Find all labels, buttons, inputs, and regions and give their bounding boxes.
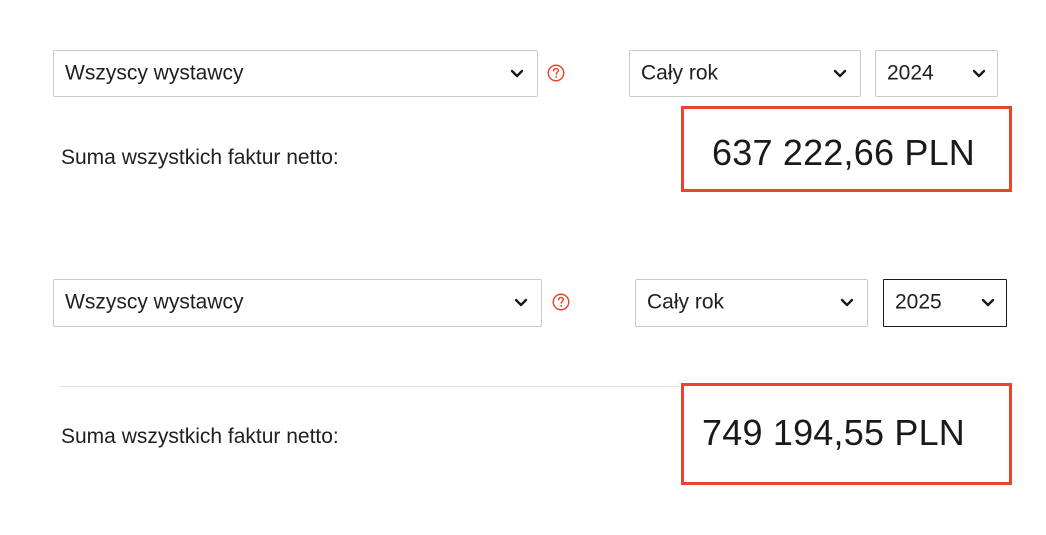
year-select-2[interactable]: 2025 xyxy=(883,279,1007,327)
total-highlight-box: 637 222,66 PLN xyxy=(681,106,1012,192)
year-select-value: 2025 xyxy=(895,290,942,314)
period-select-1[interactable]: Cały rok xyxy=(629,50,861,97)
chevron-down-icon xyxy=(514,298,528,307)
issuer-select-1[interactable]: Wszyscy wystawcy xyxy=(53,50,538,97)
year-select-1[interactable]: 2024 xyxy=(875,50,998,97)
chevron-down-icon xyxy=(840,298,854,307)
issuer-select-value: Wszyscy wystawcy xyxy=(65,61,244,85)
period-select-value: Cały rok xyxy=(641,61,719,85)
period-select-2[interactable]: Cały rok xyxy=(635,279,868,327)
issuer-select-value: Wszyscy wystawcy xyxy=(65,290,244,314)
summary-label: Suma wszystkich faktur netto: xyxy=(61,146,339,169)
chevron-down-icon xyxy=(972,69,986,77)
period-select-value: Cały rok xyxy=(647,290,725,314)
chevron-down-icon xyxy=(833,69,847,77)
total-amount: 749 194,55 PLN xyxy=(702,412,966,453)
year-select-value: 2024 xyxy=(887,61,934,85)
total-highlight-box: 749 194,55 PLN xyxy=(681,383,1012,485)
chevron-down-icon xyxy=(981,298,995,307)
issuer-select-2[interactable]: Wszyscy wystawcy xyxy=(53,279,542,327)
help-icon[interactable] xyxy=(547,64,565,82)
help-icon[interactable] xyxy=(552,293,570,311)
summary-label: Suma wszystkich faktur netto: xyxy=(61,425,339,448)
total-amount: 637 222,66 PLN xyxy=(712,132,976,173)
chevron-down-icon xyxy=(510,69,524,77)
section-divider xyxy=(59,386,684,387)
